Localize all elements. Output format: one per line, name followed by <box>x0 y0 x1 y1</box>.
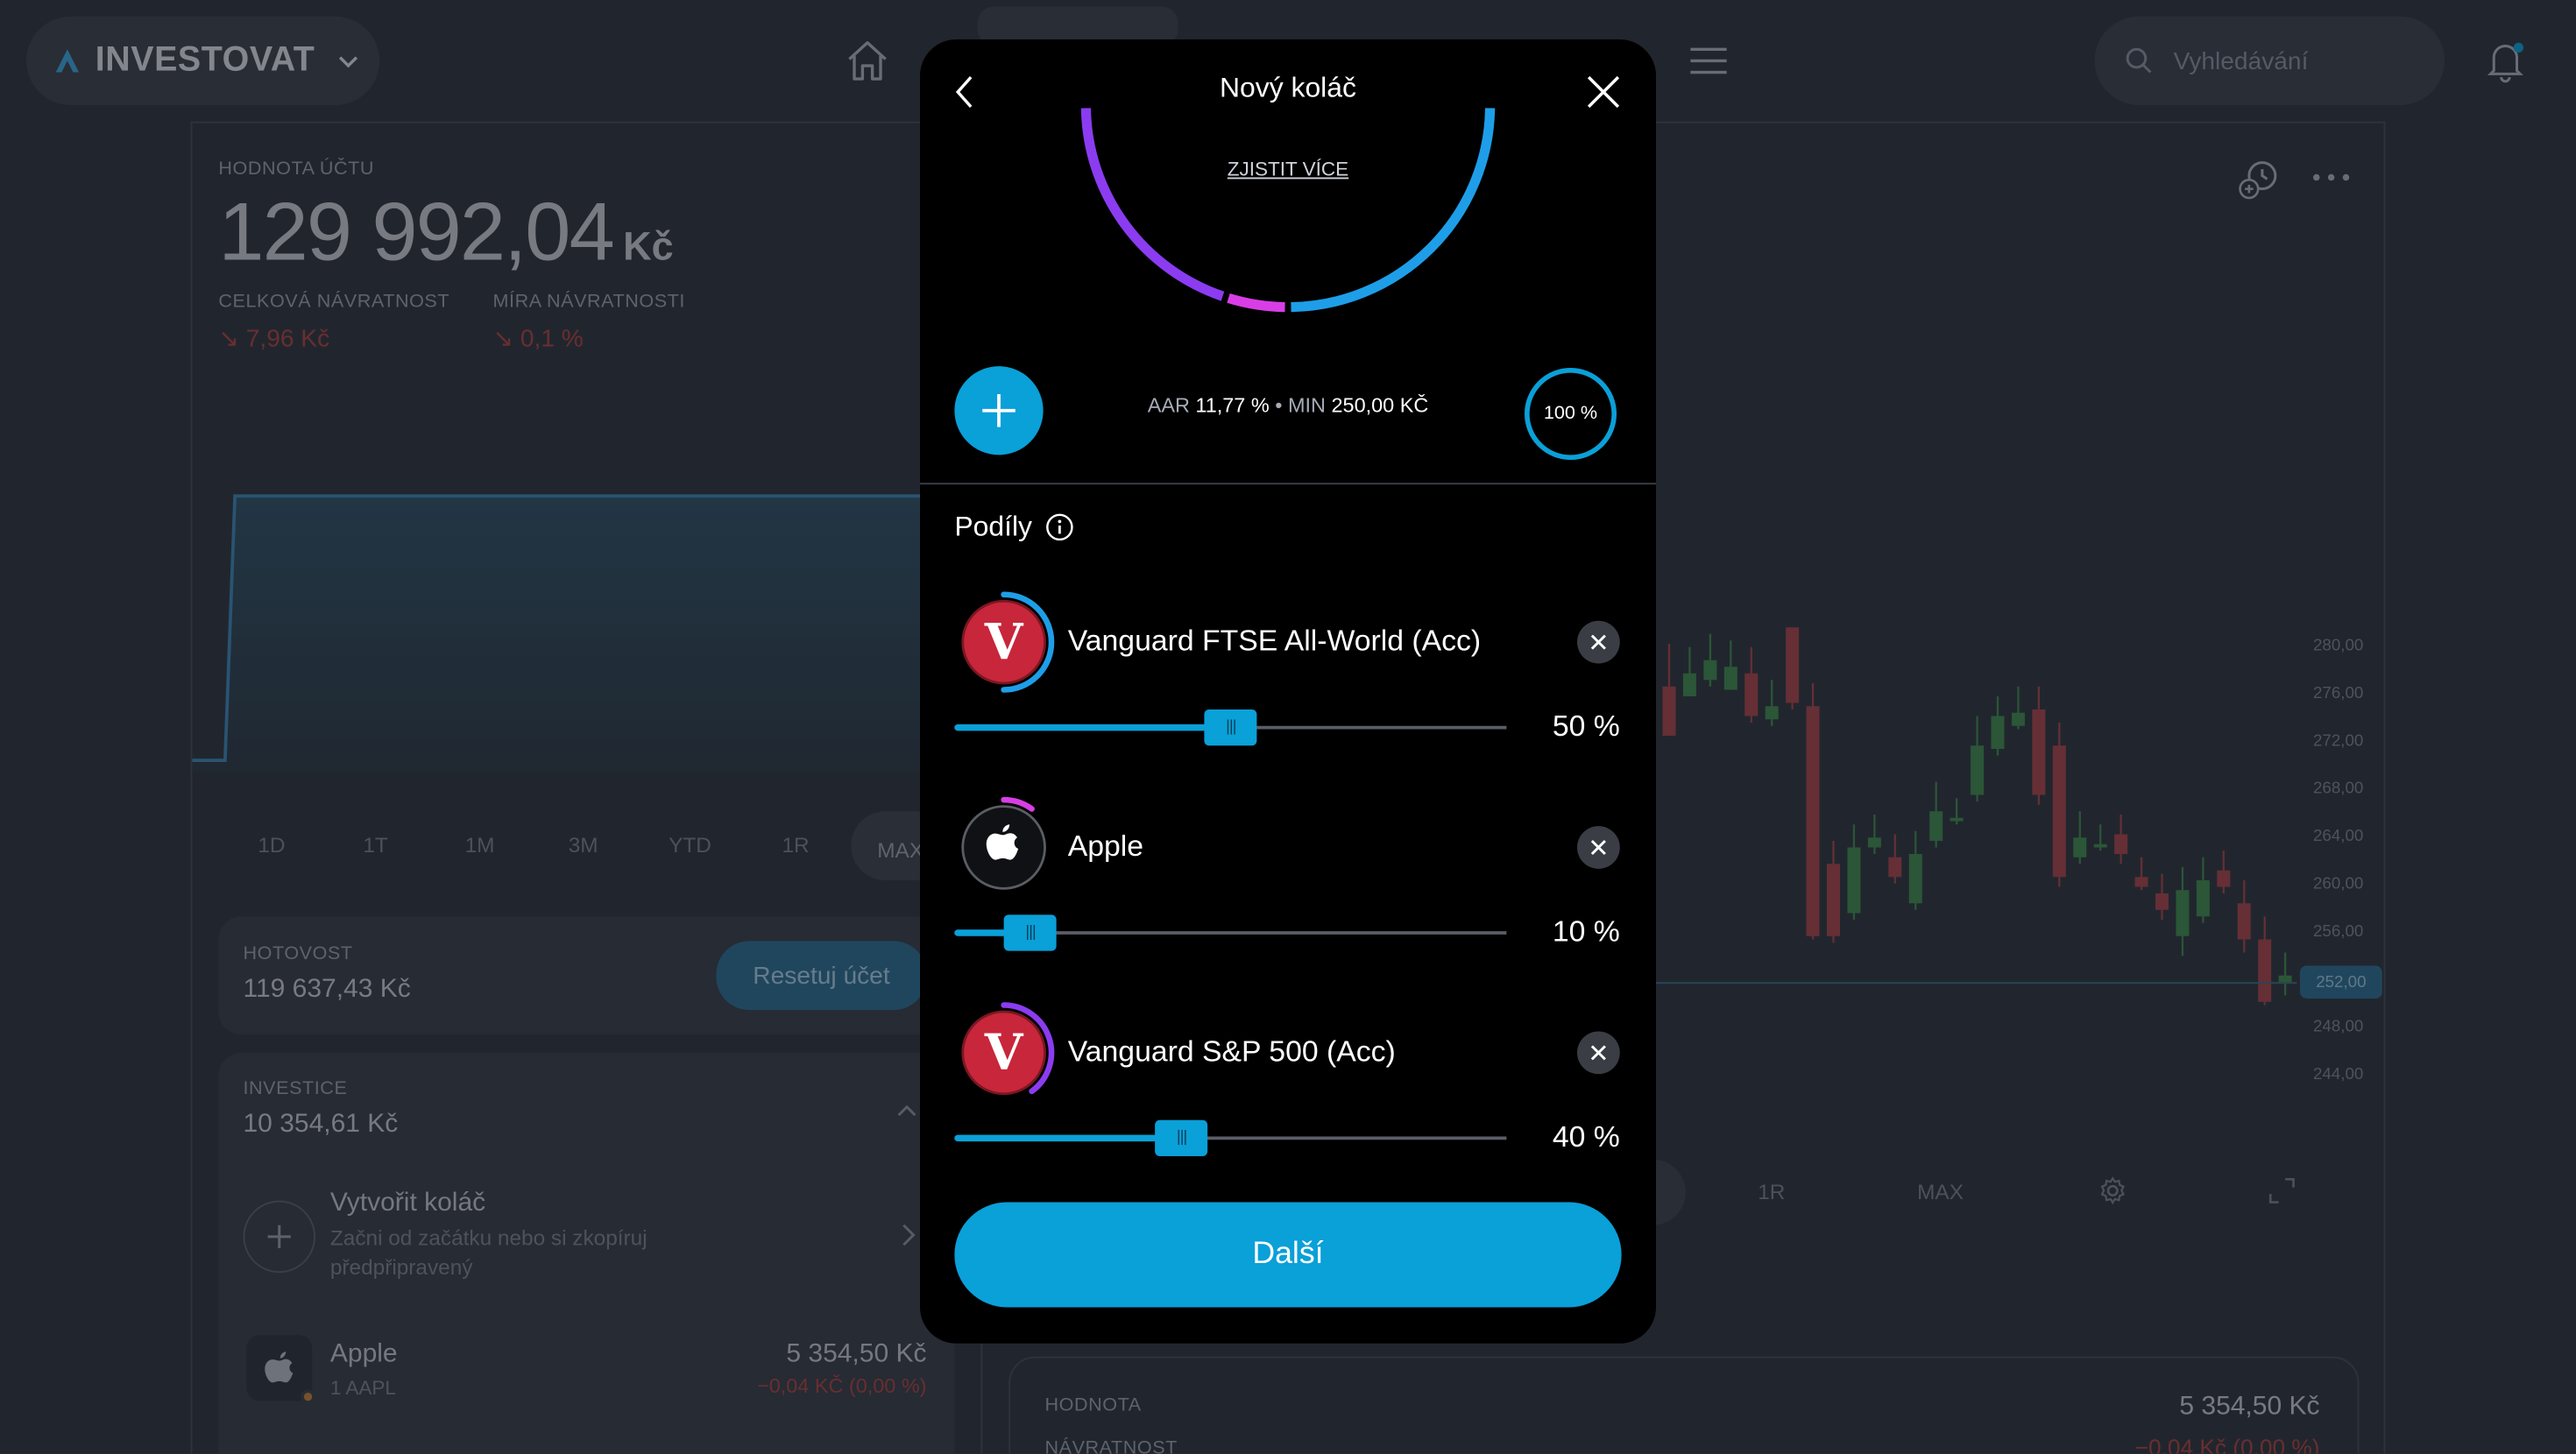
vanguard-logo-icon: V <box>984 613 1024 671</box>
add-holding-button[interactable] <box>954 366 1044 455</box>
remove-holding-button[interactable] <box>1577 826 1620 869</box>
holding-percentage: 40 % <box>1552 1119 1620 1154</box>
holdings-title: Podíly <box>954 511 1032 542</box>
holding-name: Vanguard S&P 500 (Acc) <box>1067 1034 1396 1068</box>
learn-more-link[interactable]: ZJISTIT VÍCE <box>920 158 1656 180</box>
info-icon[interactable] <box>1045 512 1075 542</box>
allocation-ring-icon: V <box>961 1002 1055 1096</box>
close-icon <box>1590 1045 1606 1061</box>
next-button[interactable]: Další <box>954 1202 1622 1308</box>
pie-stats: AAR 11,77 % • MIN 250,00 KČ <box>1085 394 1492 417</box>
total-allocation-badge: 100 % <box>1525 368 1617 460</box>
aar-value: 11,77 % <box>1195 394 1270 418</box>
close-icon <box>1590 839 1606 856</box>
holding-percentage: 10 % <box>1552 914 1620 948</box>
modal-title: Nový koláč <box>1220 72 1356 104</box>
new-pie-modal: Nový koláč ZJISTIT VÍCE AAR 11,77 % • MI… <box>920 39 1656 1344</box>
holdings-header: Podíly <box>954 511 1074 544</box>
vanguard-logo-icon: V <box>984 1024 1024 1082</box>
allocation-ring-icon <box>961 796 1046 890</box>
weight-slider[interactable]: ||| <box>954 1119 1507 1156</box>
remove-holding-button[interactable] <box>1577 1031 1620 1075</box>
slider-fill <box>954 1134 1182 1142</box>
pie-allocation-arc <box>1080 108 1496 313</box>
aar-label: AAR <box>1147 394 1190 418</box>
min-value: 250,00 KČ <box>1331 394 1429 418</box>
min-label: MIN <box>1288 394 1326 418</box>
close-icon[interactable] <box>1584 73 1624 112</box>
weight-slider[interactable]: ||| <box>954 709 1507 746</box>
pie-segment <box>1227 293 1285 313</box>
slider-thumb[interactable]: ||| <box>1204 709 1257 746</box>
divider <box>920 483 1656 485</box>
pie-segment <box>1080 108 1225 301</box>
pie-segment <box>1291 108 1496 313</box>
allocation-ring-icon: V <box>961 591 1055 693</box>
holding-name: Vanguard FTSE All-World (Acc) <box>1067 624 1482 658</box>
holding-percentage: 50 % <box>1552 709 1620 743</box>
close-icon <box>1590 634 1606 650</box>
plus-icon <box>982 394 1016 427</box>
stats-separator: • <box>1275 394 1283 418</box>
holding-logo-apple <box>950 794 1058 902</box>
slider-fill <box>954 723 1231 731</box>
slider-thumb[interactable]: ||| <box>1155 1119 1208 1156</box>
weight-slider[interactable]: ||| <box>954 914 1507 951</box>
remove-holding-button[interactable] <box>1577 620 1620 664</box>
holding-logo-vanguard-sp500: V <box>950 999 1058 1107</box>
slider-thumb[interactable]: ||| <box>1003 914 1057 951</box>
holding-name: Apple <box>1067 829 1144 863</box>
holding-logo-vanguard-ftse: V <box>950 588 1058 696</box>
